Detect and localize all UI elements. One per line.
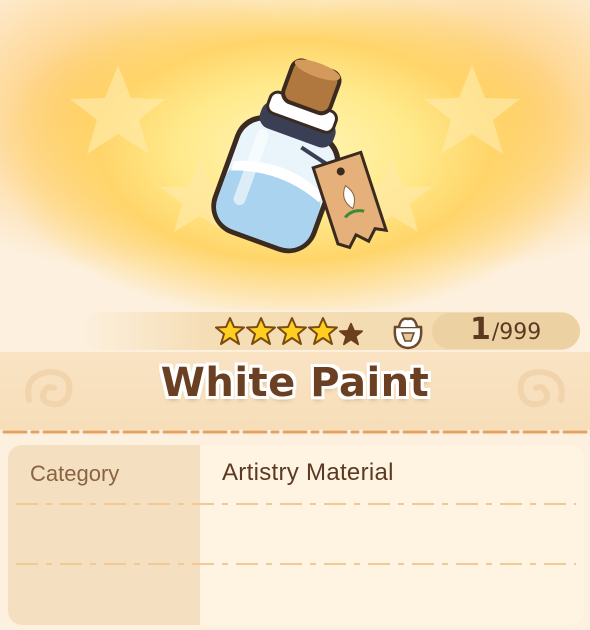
white-paint-bottle-icon <box>211 58 389 254</box>
item-name: White Paint <box>160 360 430 406</box>
star-empty-icon <box>339 322 363 346</box>
quantity-max: /999 <box>491 320 542 345</box>
details-table: Category Artistry Material <box>8 445 584 625</box>
category-label: Category <box>30 461 120 486</box>
star-filled-icon <box>246 317 276 345</box>
star-filled-icon <box>277 317 307 345</box>
rarity-stars <box>215 316 363 349</box>
star-filled-icon <box>215 317 245 345</box>
category-value: Artistry Material <box>222 459 394 486</box>
row-divider <box>16 563 576 565</box>
row-divider <box>16 503 576 505</box>
star-filled-icon <box>308 317 338 345</box>
quantity-display: 1 /999 <box>470 312 541 352</box>
title-divider <box>2 430 588 434</box>
item-glow-background <box>0 0 590 310</box>
bag-icon <box>393 317 423 350</box>
quantity-have: 1 <box>470 312 491 347</box>
